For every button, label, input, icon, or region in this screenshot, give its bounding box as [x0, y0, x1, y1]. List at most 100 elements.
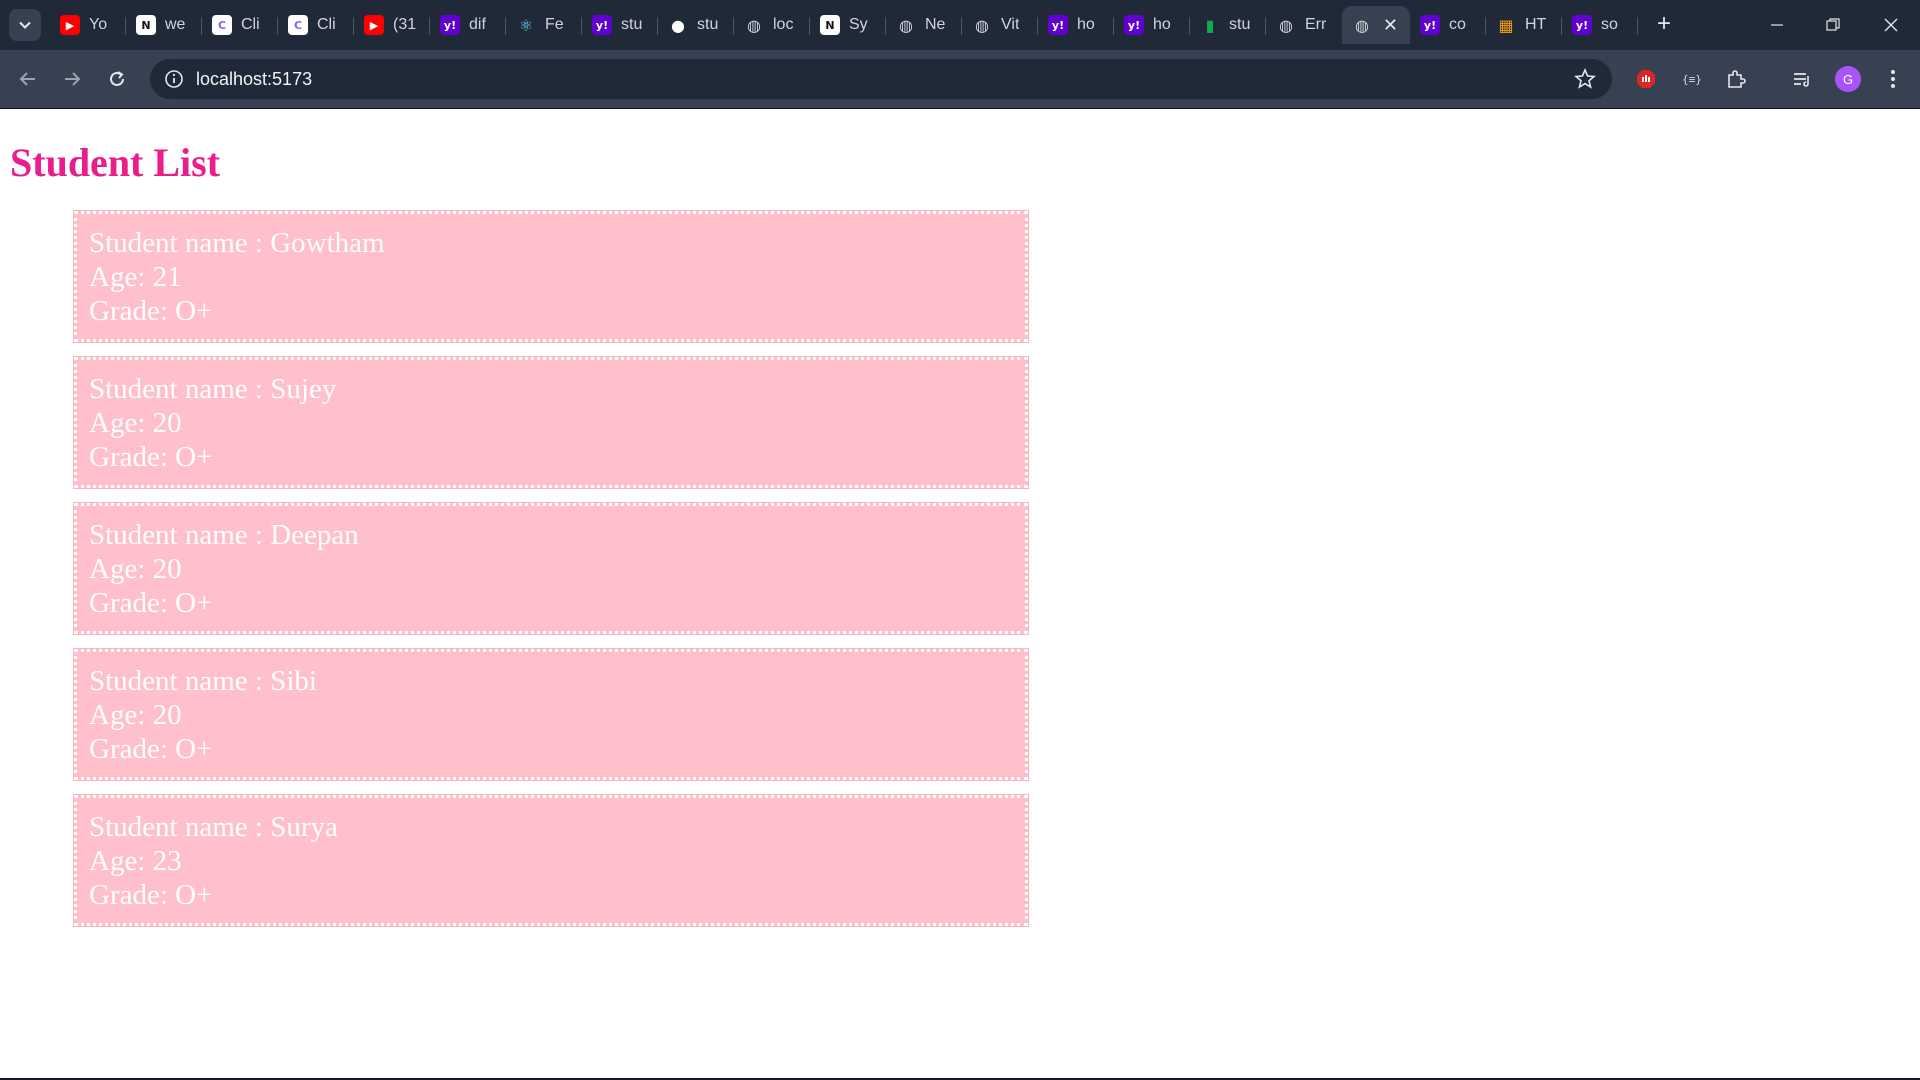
student-grade: Grade: O+: [89, 879, 213, 911]
yahoo-icon: y!: [1124, 15, 1144, 35]
tab-title: loc: [773, 16, 794, 33]
browser-tab[interactable]: N Sy: [810, 6, 886, 44]
bookmark-star-icon[interactable]: [1573, 67, 1597, 90]
browser-tab[interactable]: ▮ stu: [1190, 6, 1266, 44]
mongodb-icon: ▮: [1205, 15, 1215, 35]
yahoo-icon: y!: [440, 15, 460, 35]
extension-adblock-icon[interactable]: [1633, 66, 1659, 92]
profile-avatar[interactable]: G: [1835, 66, 1861, 92]
grid-icon: ▦: [1498, 15, 1514, 35]
globe-icon: ◍: [747, 15, 761, 35]
extensions-puzzle-icon[interactable]: [1723, 66, 1749, 92]
tab-title: Yo: [89, 16, 108, 33]
menu-kebab-icon[interactable]: [1880, 66, 1906, 92]
forward-button[interactable]: [56, 63, 88, 95]
student-grade: Grade: O+: [89, 295, 213, 327]
student-card: Student name : Sujey Age: 20 Grade: O+: [73, 356, 1029, 489]
chevron-down-icon: [19, 21, 31, 29]
tab-close-icon[interactable]: ✕: [1383, 15, 1398, 35]
browser-tab[interactable]: y! stu: [582, 6, 658, 44]
browser-tab[interactable]: y! ho: [1114, 6, 1190, 44]
tab-title: so: [1601, 16, 1618, 33]
student-name: Student name : Sibi: [89, 665, 317, 697]
browser-tab[interactable]: ▦ HT: [1486, 6, 1562, 44]
restore-icon: [1826, 18, 1840, 31]
globe-icon: ◍: [1355, 15, 1369, 35]
student-list: Student name : Gowtham Age: 21 Grade: O+ St…: [73, 210, 1029, 941]
globe-icon: ◍: [899, 15, 913, 35]
tab-title: Sy: [849, 16, 868, 33]
browser-tab[interactable]: ▶ (31: [354, 6, 430, 44]
browser-tab[interactable]: y! dif: [430, 6, 506, 44]
browser-tab[interactable]: y! ho: [1038, 6, 1114, 44]
browser-tab[interactable]: ◍ Ne: [886, 6, 962, 44]
student-name: Student name : Deepan: [89, 519, 359, 551]
extension-json-icon[interactable]: {≡}: [1678, 66, 1704, 92]
tab-search-button[interactable]: [9, 9, 41, 41]
browser-tab[interactable]: C Cli: [202, 6, 278, 44]
yahoo-icon: y!: [592, 15, 612, 35]
tab-title: we: [165, 16, 186, 33]
yahoo-icon: y!: [1420, 15, 1440, 35]
notion-icon: N: [136, 15, 156, 35]
browser-tab[interactable]: ◍ loc: [734, 6, 810, 44]
minimize-icon: [1771, 24, 1783, 26]
back-button[interactable]: [12, 63, 44, 95]
restore-button[interactable]: [1804, 0, 1862, 50]
globe-icon: ◍: [1279, 15, 1293, 35]
browser-tab[interactable]: ⚛ Fe: [506, 6, 582, 44]
tab-title: stu: [1229, 16, 1251, 33]
notion-icon: N: [820, 15, 840, 35]
student-card: Student name : Sibi Age: 20 Grade: O+: [73, 648, 1029, 781]
browser-tab[interactable]: Nwe: [126, 6, 202, 44]
browser-tab[interactable]: ● stu: [658, 6, 734, 44]
tab-title: co: [1449, 16, 1466, 33]
tab-title: Vit: [1001, 16, 1020, 33]
browser-tab[interactable]: ◍ Vit: [962, 6, 1038, 44]
student-grade: Grade: O+: [89, 441, 213, 473]
clickup-icon: C: [212, 15, 232, 35]
tab-title: (31: [393, 16, 417, 33]
student-card: Student name : Gowtham Age: 21 Grade: O+: [73, 210, 1029, 343]
browser-tab[interactable]: y! co: [1410, 6, 1486, 44]
reload-button[interactable]: [101, 63, 133, 95]
browser-tab[interactable]: ▶ Yo: [50, 6, 126, 44]
student-name: Student name : Sujey: [89, 373, 337, 405]
youtube-icon: ▶: [60, 15, 80, 35]
media-controls-icon[interactable]: [1789, 66, 1815, 92]
new-tab-button[interactable]: +: [1650, 11, 1678, 39]
tab-strip: ▶ Yo Nwe C Cli C Cli ▶ (31 y! dif ⚛ Fe y! stu ● stu ◍ loc N…: [0, 0, 1920, 50]
tab-title: Cli: [241, 16, 260, 33]
github-icon: ●: [671, 15, 685, 35]
student-grade: Grade: O+: [89, 733, 213, 765]
tab-title: ho: [1077, 16, 1095, 33]
reload-icon: [110, 71, 124, 86]
arrow-left-icon: [19, 72, 35, 86]
browser-tab[interactable]: y! so: [1562, 6, 1638, 44]
student-name: Student name : Gowtham: [89, 227, 385, 259]
yahoo-icon: y!: [1572, 15, 1592, 35]
site-info-icon[interactable]: [162, 67, 186, 91]
youtube-icon: ▶: [364, 15, 384, 35]
page-title: Student List: [10, 140, 221, 185]
arrow-right-icon: [65, 72, 81, 86]
address-bar[interactable]: localhost:5173: [150, 59, 1612, 99]
student-name: Student name : Surya: [89, 811, 338, 843]
browser-tab[interactable]: ◍ ✕: [1342, 6, 1410, 44]
tab-title: HT: [1525, 16, 1547, 33]
tab-title: ho: [1153, 16, 1171, 33]
minimize-button[interactable]: [1748, 0, 1806, 50]
url-text[interactable]: localhost:5173: [196, 69, 312, 90]
globe-icon: ◍: [975, 15, 989, 35]
browser-toolbar: localhost:5173 {≡}: [0, 50, 1920, 140]
tab-title: Err: [1305, 16, 1327, 33]
clickup-icon: C: [288, 15, 308, 35]
student-age: Age: 23: [89, 845, 182, 877]
student-age: Age: 20: [89, 407, 182, 439]
student-age: Age: 20: [89, 553, 182, 585]
tab-title: dif: [469, 16, 486, 33]
react-icon: ⚛: [518, 15, 534, 35]
browser-tab[interactable]: C Cli: [278, 6, 354, 44]
browser-tab[interactable]: ◍ Err: [1266, 6, 1342, 44]
close-window-button[interactable]: [1862, 0, 1920, 50]
